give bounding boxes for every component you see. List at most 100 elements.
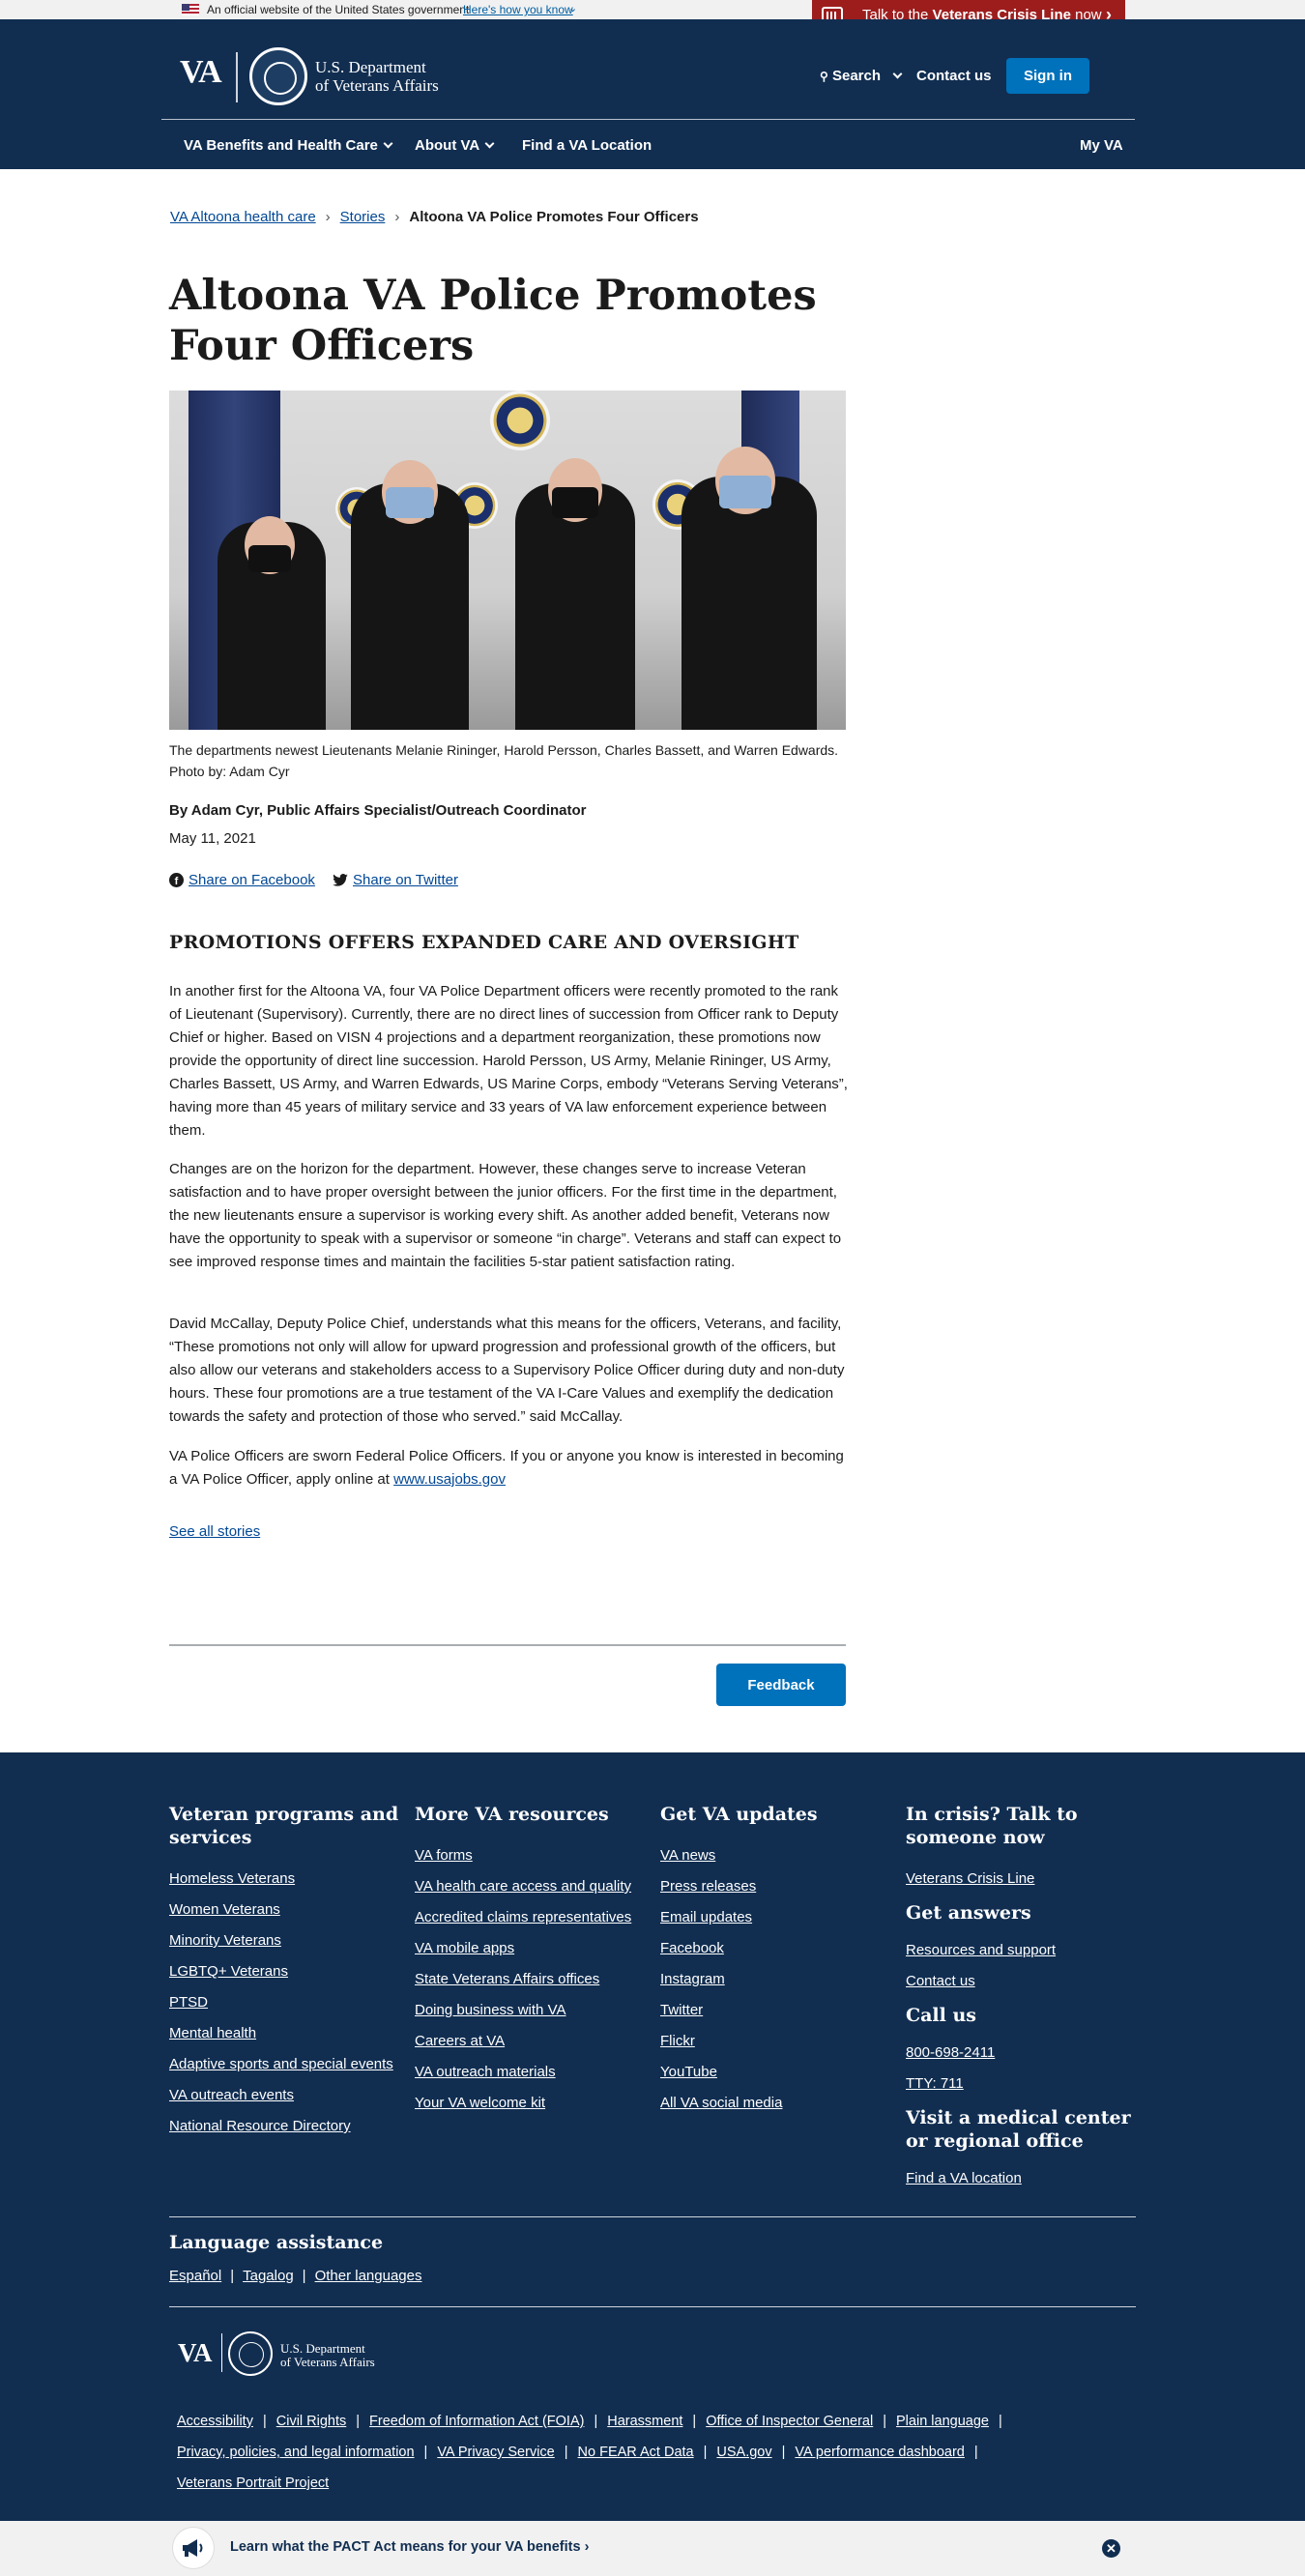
share-facebook[interactable]: f Share on Facebook (169, 872, 315, 888)
footer-link[interactable]: Press releases (660, 1878, 902, 1896)
menu-find-location[interactable]: Find a VA Location (522, 137, 652, 154)
footer-heading: More VA resources (415, 1804, 609, 1825)
footer-link[interactable]: VA news (660, 1847, 902, 1865)
page-title: Altoona VA Police Promotes Four Officers (169, 272, 817, 370)
footer-link[interactable]: Your VA welcome kit (415, 2095, 656, 2112)
footer-link[interactable]: VA health care access and quality (415, 1878, 656, 1896)
footer-col-crisis: In crisis? Talk to someone now Veterans … (906, 1803, 1138, 2201)
footer-crisis-link[interactable]: Veterans Crisis Line (906, 1870, 1138, 1888)
see-all-stories-link[interactable]: See all stories (169, 1523, 260, 1540)
footer-link[interactable]: Resources and support (906, 1942, 1138, 1959)
footer-link[interactable]: Adaptive sports and special events (169, 2056, 401, 2073)
chevron-down-icon (887, 68, 903, 84)
footer-heading: Call us (906, 2005, 976, 2026)
pact-act-link[interactable]: Learn what the PACT Act means for your V… (230, 2539, 589, 2555)
legal-link[interactable]: Veterans Portrait Project (177, 2475, 329, 2491)
legal-link[interactable]: Freedom of Information Act (FOIA) (369, 2414, 584, 2429)
language-link[interactable]: Tagalog (243, 2268, 294, 2284)
language-link[interactable]: Español (169, 2268, 221, 2284)
footer-link[interactable]: YouTube (660, 2064, 902, 2081)
footer-link[interactable]: LGBTQ+ Veterans (169, 1963, 401, 1981)
footer-heading: In crisis? Talk to someone now (906, 1804, 1078, 1848)
legal-links-row: Privacy, policies, and legal information… (177, 2445, 978, 2460)
share-facebook-link[interactable]: Share on Facebook (188, 872, 315, 888)
footer-link[interactable]: VA outreach materials (415, 2064, 656, 2081)
language-link[interactable]: Other languages (315, 2268, 422, 2284)
footer-link[interactable]: Twitter (660, 2002, 902, 2019)
contact-us-link[interactable]: Contact us (916, 68, 992, 84)
footer-link[interactable]: National Resource Directory (169, 2118, 401, 2135)
legal-link[interactable]: Harassment (607, 2414, 682, 2429)
article-paragraph: Changes are on the horizon for the depar… (169, 1161, 842, 1270)
footer-heading: Visit a medical center or regional offic… (906, 2107, 1131, 2152)
usajobs-link[interactable]: www.usajobs.gov (393, 1471, 506, 1488)
legal-link[interactable]: USA.gov (716, 2445, 771, 2460)
legal-links-row: Veterans Portrait Project (177, 2475, 1144, 2491)
byline: By Adam Cyr, Public Affairs Specialist/O… (169, 802, 587, 819)
footer-link[interactable]: Instagram (660, 1971, 902, 1988)
footer-col-updates: Get VA updates VA news Press releases Em… (660, 1803, 902, 2126)
breadcrumb-link[interactable]: Stories (340, 209, 386, 225)
footer-link[interactable]: PTSD (169, 1994, 401, 2012)
site-header: VA U.S. Department of Veterans Affairs ⚲… (0, 19, 1305, 169)
article-subhead: PROMOTIONS OFFERS EXPANDED CARE AND OVER… (169, 932, 799, 953)
footer-link[interactable]: Careers at VA (415, 2033, 656, 2050)
legal-link[interactable]: Plain language (896, 2414, 989, 2429)
legal-link[interactable]: VA Privacy Service (437, 2445, 554, 2460)
feedback-button[interactable]: Feedback (716, 1664, 846, 1706)
footer-link[interactable]: VA mobile apps (415, 1940, 656, 1957)
breadcrumb-link[interactable]: VA Altoona health care (170, 209, 316, 225)
legal-link[interactable]: Accessibility (177, 2414, 253, 2429)
article-paragraph: In another first for the Altoona VA, fou… (169, 983, 848, 1139)
menu-about[interactable]: About VA (415, 137, 495, 154)
article-paragraph: David McCallay, Deputy Police Chief, und… (169, 1316, 845, 1425)
share-twitter-link[interactable]: Share on Twitter (353, 872, 458, 888)
official-site-text: An official website of the United States… (207, 3, 470, 16)
footer-link[interactable]: Find a VA location (906, 2170, 1138, 2187)
footer-tty-link[interactable]: TTY: 711 (906, 2075, 1138, 2093)
breadcrumb: VA Altoona health care › Stories › Altoo… (170, 209, 699, 225)
footer-link[interactable]: All VA social media (660, 2095, 902, 2112)
article-photo (169, 391, 846, 730)
footer-link[interactable]: Flickr (660, 2033, 902, 2050)
share-twitter[interactable]: Share on Twitter (333, 872, 458, 888)
footer-col-programs: Veteran programs and services Homeless V… (169, 1803, 401, 2149)
footer-divider (169, 2216, 1136, 2217)
menu-my-va[interactable]: My VA (1080, 137, 1123, 154)
footer-link[interactable]: Facebook (660, 1940, 902, 1957)
article-paragraph: VA Police Officers are sworn Federal Pol… (169, 1448, 844, 1488)
footer-link[interactable]: Women Veterans (169, 1901, 401, 1919)
footer-phone-link[interactable]: 800-698-2411 (906, 2044, 1138, 2062)
va-logo[interactable]: VA (180, 54, 222, 91)
legal-link[interactable]: No FEAR Act Data (578, 2445, 694, 2460)
footer-link[interactable]: VA outreach events (169, 2087, 401, 2104)
menu-benefits[interactable]: VA Benefits and Health Care (184, 137, 393, 154)
chevron-down-icon (383, 138, 393, 149)
footer-link[interactable]: Contact us (906, 1973, 1138, 1990)
footer-link[interactable]: VA forms (415, 1847, 656, 1865)
legal-link[interactable]: Civil Rights (276, 2414, 347, 2429)
footer-link[interactable]: Homeless Veterans (169, 1870, 401, 1888)
search-button[interactable]: ⚲ Search (820, 68, 881, 84)
facebook-icon: f (169, 873, 184, 887)
footer-link[interactable]: Doing business with VA (415, 2002, 656, 2019)
sign-in-button[interactable]: Sign in (1006, 58, 1089, 94)
footer-link[interactable]: Email updates (660, 1909, 902, 1926)
breadcrumb-separator: › (325, 209, 331, 225)
legal-link[interactable]: VA performance dashboard (795, 2445, 964, 2460)
footer-link[interactable]: Minority Veterans (169, 1932, 401, 1950)
footer-va-logo[interactable]: VA (178, 2338, 213, 2368)
legal-link[interactable]: Privacy, policies, and legal information (177, 2445, 415, 2460)
search-icon: ⚲ (820, 70, 828, 83)
footer-link[interactable]: Accredited claims representatives (415, 1909, 656, 1926)
photo-caption: The departments newest Lieutenants Melan… (169, 742, 839, 779)
footer-heading: Veteran programs and services (169, 1804, 399, 1848)
pact-act-banner: Learn what the PACT Act means for your V… (0, 2521, 1305, 2576)
close-icon[interactable]: ✕ (1102, 2539, 1120, 2558)
dept-name: U.S. Department of Veterans Affairs (315, 58, 439, 95)
legal-link[interactable]: Office of Inspector General (706, 2414, 873, 2429)
footer-link[interactable]: Mental health (169, 2025, 401, 2042)
footer-link[interactable]: State Veterans Affairs offices (415, 1971, 656, 1988)
how-you-know-link[interactable]: Here's how you know (463, 3, 573, 16)
footer-heading: Get VA updates (660, 1804, 818, 1825)
